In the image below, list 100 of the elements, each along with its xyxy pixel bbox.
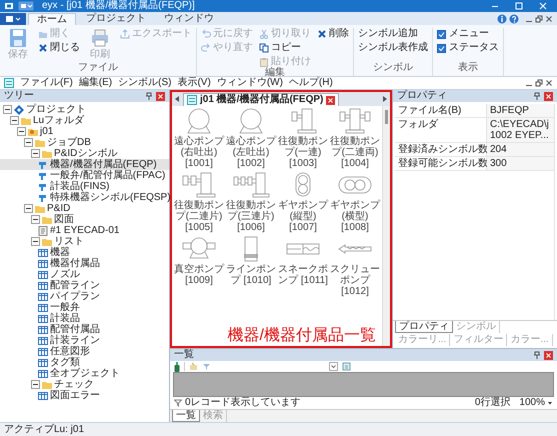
close-icon[interactable]: [544, 92, 553, 100]
columns-icon[interactable]: [342, 362, 351, 371]
table-icon: [38, 368, 48, 378]
scroll-left-icon[interactable]: [174, 95, 180, 103]
symbol-caption: 真空ポンプ [1009]: [174, 264, 224, 286]
application-menu-icon[interactable]: [0, 13, 26, 25]
panel-title: 一覧: [174, 350, 195, 360]
collapse-icon[interactable]: [31, 149, 40, 158]
panel-tab[interactable]: プロパティ: [395, 321, 453, 333]
collapse-icon[interactable]: [31, 237, 40, 246]
symbol-caption: 往復動ポンプ(一連) [1003]: [278, 136, 328, 169]
close-icon[interactable]: [545, 15, 553, 23]
menu-item[interactable]: 編集(E): [78, 78, 112, 88]
drawing-icon: [38, 226, 48, 236]
checkbox[interactable]: [437, 44, 446, 52]
collapse-icon[interactable]: [31, 380, 40, 389]
menu-item[interactable]: シンボル(S): [118, 78, 172, 88]
filter-icon: [174, 399, 182, 407]
property-value: 300: [487, 157, 554, 171]
symbol-caption: 往復動ポンプ(二連片) [1005]: [174, 200, 224, 233]
ribbon-tab[interactable]: ウィンドウ: [156, 13, 222, 25]
close-icon[interactable]: [545, 79, 553, 87]
collapse-icon[interactable]: [3, 105, 12, 114]
tab-label: j01 機器/機器付属品(FEQP): [200, 95, 324, 105]
checkbox[interactable]: [437, 30, 446, 38]
window-title: eyx - [j01 機器/機器付属品(FEQP)]: [42, 1, 195, 11]
document-icon: [4, 78, 14, 88]
job-folder-icon: [28, 126, 38, 136]
symbol-caption: スネークポンプ [1011]: [278, 264, 328, 286]
menu-item[interactable]: 表示(V): [177, 78, 211, 88]
tree-item[interactable]: 機器/機器付属品(FEQP): [0, 159, 169, 170]
checkbox-label: メニュー: [449, 29, 489, 39]
ribbon-group-label: 表示: [458, 63, 478, 73]
record-count: 0レコード表示しています: [185, 398, 301, 408]
panel-title: プロパティ: [397, 91, 448, 101]
x-icon: [38, 43, 48, 53]
menu-item[interactable]: ウィンドウ(W): [216, 78, 283, 88]
bottle-icon[interactable]: [174, 362, 180, 372]
scrollbar-thumb[interactable]: [385, 110, 388, 124]
close-icon[interactable]: [326, 96, 336, 104]
redo-icon: [201, 43, 211, 53]
menu-item[interactable]: ヘルプ(H): [288, 78, 333, 88]
symbol-caption: ギヤポンプ(縦型) [1007]: [278, 200, 328, 233]
ribbon-button[interactable]: 閉じる: [38, 42, 80, 54]
info-icon[interactable]: [497, 14, 507, 24]
pin-icon[interactable]: [533, 92, 541, 100]
symbol-caption: 往復動ポンプ(三連片) [1006]: [226, 200, 276, 233]
clipboard-icon: [259, 57, 269, 67]
ribbon-button[interactable]: コピー: [259, 42, 311, 54]
table-icon: [38, 302, 48, 312]
collapse-icon[interactable]: [10, 116, 19, 125]
document-icon: [187, 95, 197, 105]
symbol-caption: ギヤポンプ(横型) [1008]: [330, 200, 380, 233]
scrollbar[interactable]: [382, 106, 390, 346]
scissors-icon: [259, 29, 269, 39]
symbol-caption: 遠心ポンプ(右吐出) [1001]: [174, 136, 224, 169]
delete-icon: [317, 29, 327, 39]
table-icon: [38, 324, 48, 334]
panel-tab[interactable]: 一覧: [172, 410, 200, 422]
ribbon-group-label: シンボル: [373, 63, 413, 73]
ribbon-button[interactable]: シンボル表作成: [358, 42, 428, 54]
table-icon: [38, 248, 48, 258]
collapse-icon[interactable]: [17, 127, 26, 136]
restore-icon[interactable]: [535, 15, 543, 23]
close-icon[interactable]: [544, 350, 553, 360]
menu-item[interactable]: ファイル(F): [20, 78, 73, 88]
close-icon[interactable]: [156, 92, 165, 100]
restore-icon[interactable]: [535, 79, 543, 87]
ribbon-tab[interactable]: プロジェクト: [78, 13, 154, 25]
panel-title: ツリー: [4, 91, 35, 101]
property-value: 204: [487, 143, 554, 157]
collapse-icon[interactable]: [31, 215, 40, 224]
collapse-icon[interactable]: [24, 204, 33, 213]
ribbon-tab[interactable]: ホーム: [28, 13, 76, 25]
ribbon-button[interactable]: 削除: [317, 28, 349, 40]
ribbon-button[interactable]: シンボル追加: [358, 28, 428, 40]
zoom-dropdown[interactable]: 100%: [519, 398, 553, 408]
property-value: BJFEQP: [487, 104, 554, 118]
collapse-icon[interactable]: [24, 138, 33, 147]
help-icon[interactable]: [509, 14, 519, 24]
export-icon: [120, 29, 130, 39]
caret-icon: [547, 400, 553, 406]
table-icon: [38, 270, 48, 280]
printer-icon: [90, 28, 110, 48]
table-icon: [38, 358, 48, 368]
quick-access-icon[interactable]: [18, 1, 34, 11]
dropdown-icon[interactable]: [329, 362, 338, 371]
pin-icon[interactable]: [533, 351, 541, 359]
checkbox-label: ステータス: [449, 43, 499, 53]
table-icon: [38, 292, 48, 302]
annotation-text: 機器/機器付属品一覧: [228, 327, 376, 345]
table-icon: [38, 314, 48, 324]
property-value: C:\EYECAD\j1002 EYEP...: [487, 118, 554, 143]
symbol-caption: 往復動ポンプ(二連両) [1004]: [330, 136, 380, 169]
table-icon: [38, 336, 48, 346]
pin-icon[interactable]: [145, 92, 153, 100]
copy-icon: [259, 43, 269, 53]
document-tab[interactable]: j01 機器/機器付属品(FEQP): [183, 93, 340, 106]
scroll-right-icon[interactable]: [382, 95, 388, 103]
ribbon-group-label: 編集: [265, 68, 285, 78]
